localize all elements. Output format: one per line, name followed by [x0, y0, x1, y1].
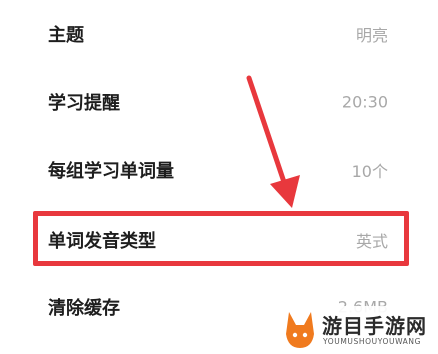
- setting-value-pronunciation-type: 英式: [355, 232, 388, 251]
- settings-list: 主题 明亮 学习提醒 20:30 每组学习单词量 10个 单词发音类型 英式 清…: [0, 0, 438, 354]
- watermark: 游目手游网 YOUMUSHOUYOUWANG: [276, 306, 438, 354]
- watermark-name: 游目手游网: [322, 314, 427, 338]
- setting-label-study-reminder: 学习提醒: [48, 93, 120, 114]
- setting-label-clear-cache: 清除缓存: [48, 298, 120, 319]
- setting-value-words-per-group: 10个: [351, 162, 388, 181]
- setting-label-pronunciation-type: 单词发音类型: [48, 231, 156, 252]
- setting-row-theme[interactable]: 主题 明亮: [0, 4, 438, 64]
- rabbit-logo-icon: [286, 312, 314, 348]
- setting-row-words-per-group[interactable]: 每组学习单词量 10个: [0, 140, 438, 200]
- setting-value-theme: 明亮: [355, 26, 388, 45]
- setting-row-study-reminder[interactable]: 学习提醒 20:30: [0, 72, 438, 132]
- setting-label-theme: 主题: [48, 25, 84, 46]
- setting-row-pronunciation-type[interactable]: 单词发音类型 英式: [0, 210, 438, 270]
- watermark-url: YOUMUSHOUYOUWANG: [323, 337, 422, 346]
- setting-label-words-per-group: 每组学习单词量: [48, 161, 174, 182]
- setting-value-study-reminder: 20:30: [341, 92, 388, 112]
